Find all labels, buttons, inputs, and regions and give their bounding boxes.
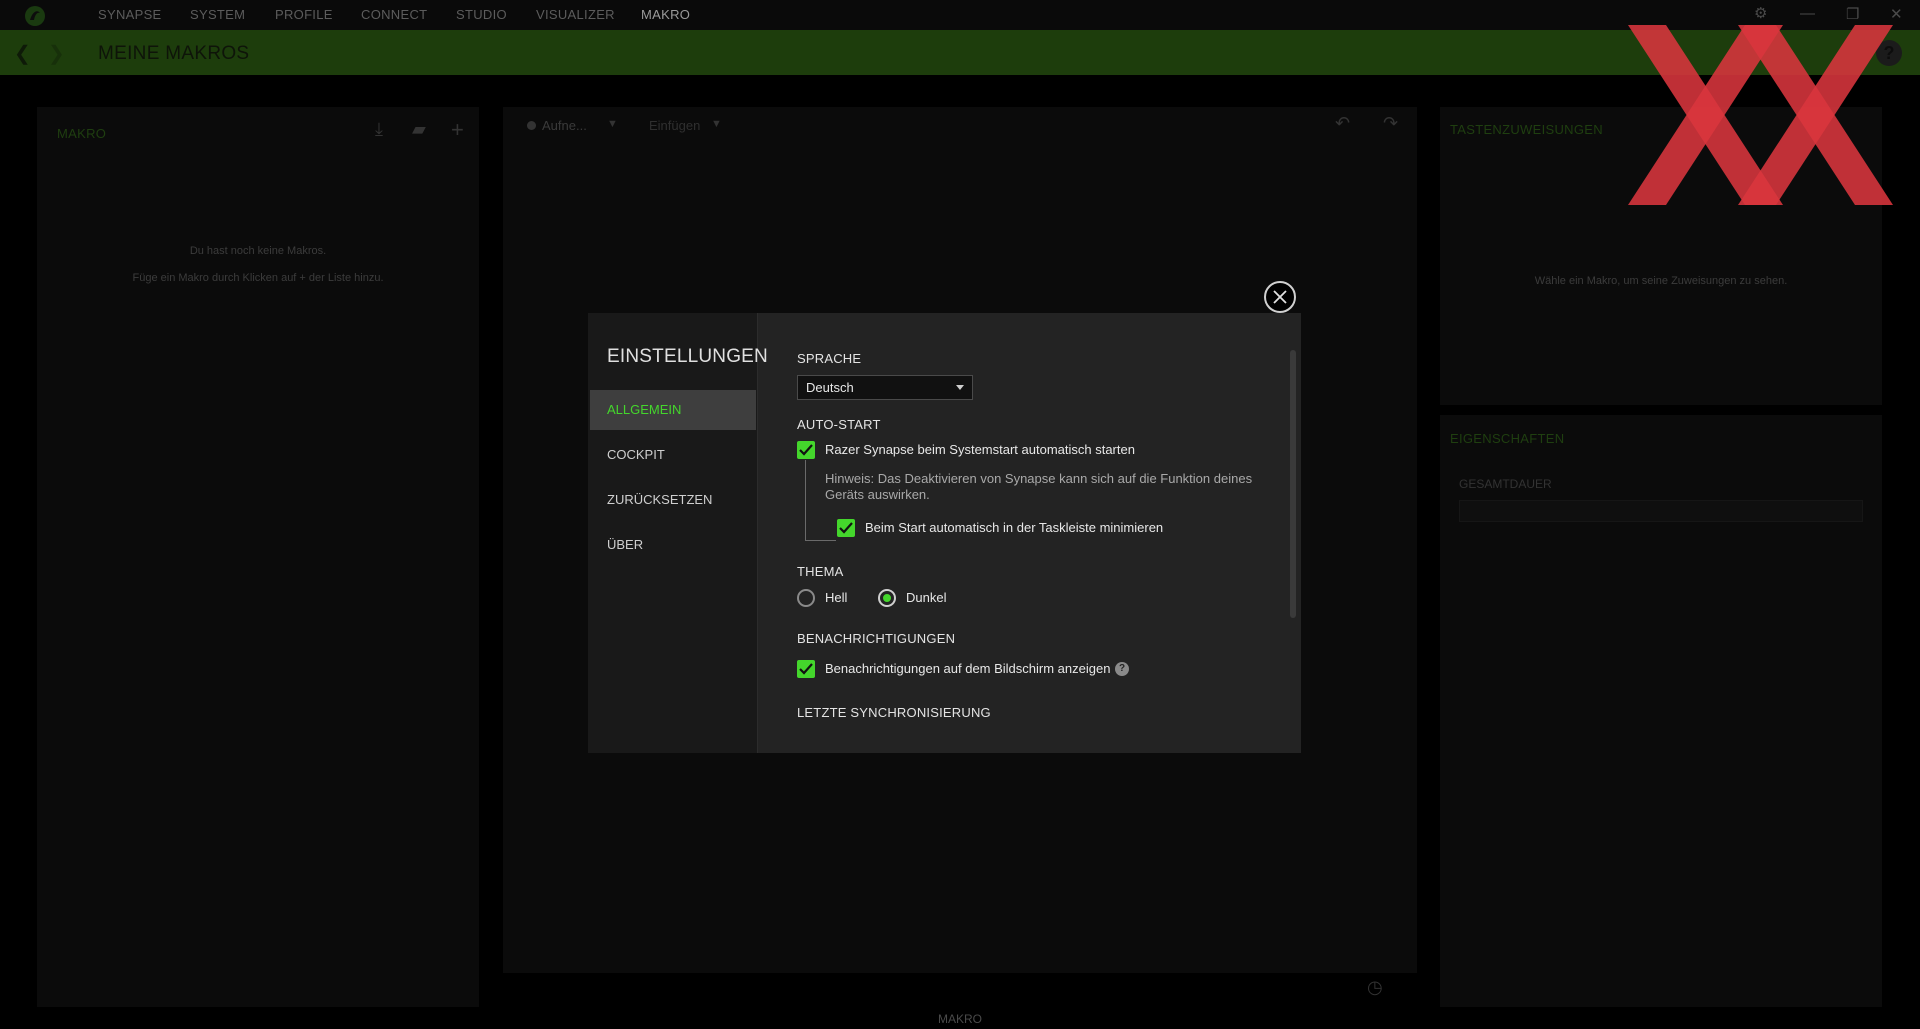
question-icon[interactable]: ? xyxy=(1115,662,1129,676)
total-duration-label: GESAMTDAUER xyxy=(1459,477,1552,491)
settings-nav-allgemein[interactable]: ALLGEMEIN xyxy=(590,390,756,430)
redo-icon[interactable]: ↷ xyxy=(1383,113,1398,134)
insert-button[interactable]: Einfügen xyxy=(649,118,700,133)
language-section-label: SPRACHE xyxy=(797,351,862,366)
record-button[interactable]: Aufne... xyxy=(542,118,587,133)
settings-title: EINSTELLUNGEN xyxy=(607,346,768,367)
nav-item-system[interactable]: SYSTEM xyxy=(190,7,245,22)
language-select[interactable]: Deutsch xyxy=(797,375,973,400)
chevron-down-icon[interactable]: ▼ xyxy=(607,118,618,130)
settings-dialog: EINSTELLUNGEN ALLGEMEIN COCKPIT ZURÜCKSE… xyxy=(588,313,1301,753)
total-duration-field[interactable] xyxy=(1459,500,1863,522)
nav-item-studio[interactable]: STUDIO xyxy=(456,7,507,22)
theme-light-radio[interactable] xyxy=(797,589,815,607)
empty-state-line-1: Du hast noch keine Makros. xyxy=(189,245,327,257)
chevron-down-icon xyxy=(956,385,964,390)
autostart-hint-line-2: Geräts auswirken. xyxy=(825,487,930,502)
assignments-title: TASTENZUWEISUNGEN xyxy=(1450,122,1603,137)
plus-icon[interactable]: + xyxy=(451,117,464,143)
nav-item-connect[interactable]: CONNECT xyxy=(361,7,427,22)
undo-icon[interactable]: ↶ xyxy=(1335,113,1350,134)
autostart-hint-line-1: Hinweis: Das Deaktivieren von Synapse ka… xyxy=(825,471,1253,486)
properties-panel: EIGENSCHAFTEN GESAMTDAUER xyxy=(1440,415,1882,1007)
properties-title: EIGENSCHAFTEN xyxy=(1450,431,1565,446)
assignments-empty-text: Wähle ein Makro, um seine Zuweisungen zu… xyxy=(1534,275,1788,287)
minimize-taskbar-checkbox[interactable] xyxy=(837,519,855,537)
record-dot-icon xyxy=(527,121,536,130)
macro-list-panel: MAKRO ⤓ ▰ + Du hast noch keine Makros. F… xyxy=(37,107,479,1007)
close-dialog-button[interactable] xyxy=(1264,281,1296,313)
settings-nav-ueber[interactable]: ÜBER xyxy=(590,525,756,565)
theme-dark-radio[interactable] xyxy=(878,589,896,607)
autostart-option-label: Razer Synapse beim Systemstart automatis… xyxy=(825,442,1135,457)
clock-icon[interactable]: ◷ xyxy=(1367,977,1383,998)
macro-panel-title: MAKRO xyxy=(57,126,107,141)
checkmark-icon xyxy=(839,522,853,534)
settings-scrollbar[interactable] xyxy=(1290,350,1296,618)
back-arrow-icon[interactable]: ❮ xyxy=(14,41,31,66)
settings-sidebar: EINSTELLUNGEN ALLGEMEIN COCKPIT ZURÜCKSE… xyxy=(588,313,768,753)
mid-panel-footer: MAKRO xyxy=(938,1012,983,1026)
nav-item-profile[interactable]: PROFILE xyxy=(275,7,333,22)
notifications-checkbox[interactable] xyxy=(797,660,815,678)
notifications-section-label: BENACHRICHTIGUNGEN xyxy=(797,631,956,646)
language-select-value: Deutsch xyxy=(806,380,854,395)
nav-item-visualizer[interactable]: VISUALIZER xyxy=(536,7,615,22)
chevron-down-icon[interactable]: ▼ xyxy=(711,118,722,130)
import-icon[interactable]: ⤓ xyxy=(375,119,383,140)
page-title: MEINE MAKROS xyxy=(98,43,250,64)
last-sync-section-label: LETZTE SYNCHRONISIERUNG xyxy=(797,705,991,720)
notifications-option-label: Benachrichtigungen auf dem Bildschirm an… xyxy=(825,661,1111,676)
settings-content: SPRACHE Deutsch AUTO-START Razer Synapse… xyxy=(758,313,1301,753)
checkmark-icon xyxy=(799,663,813,675)
razer-logo-icon[interactable] xyxy=(24,5,46,27)
maximize-icon[interactable]: ❐ xyxy=(1846,5,1859,23)
checkmark-icon xyxy=(799,444,813,456)
autostart-section-label: AUTO-START xyxy=(797,417,881,432)
close-icon xyxy=(1273,290,1287,304)
theme-section-label: THEMA xyxy=(797,564,844,579)
empty-state-line-2: Füge ein Makro durch Klicken auf + der L… xyxy=(132,272,384,284)
settings-nav-cockpit[interactable]: COCKPIT xyxy=(590,435,756,475)
nav-item-synapse[interactable]: SYNAPSE xyxy=(98,7,162,22)
minimize-icon[interactable]: — xyxy=(1800,5,1815,22)
forward-arrow-icon[interactable]: ❯ xyxy=(48,41,65,66)
autostart-checkbox[interactable] xyxy=(797,441,815,459)
nav-item-makro[interactable]: MAKRO xyxy=(641,7,690,22)
minimize-taskbar-label: Beim Start automatisch in der Taskleiste… xyxy=(865,520,1164,535)
theme-dark-label: Dunkel xyxy=(906,590,947,605)
watermark-logo xyxy=(1628,25,1893,205)
settings-nav-zuruecksetzen[interactable]: ZURÜCKSETZEN xyxy=(590,480,756,520)
gear-icon[interactable]: ⚙ xyxy=(1754,4,1767,22)
theme-light-label: Hell xyxy=(825,590,848,605)
folder-icon[interactable]: ▰ xyxy=(412,119,426,140)
close-icon[interactable]: ✕ xyxy=(1890,5,1903,23)
